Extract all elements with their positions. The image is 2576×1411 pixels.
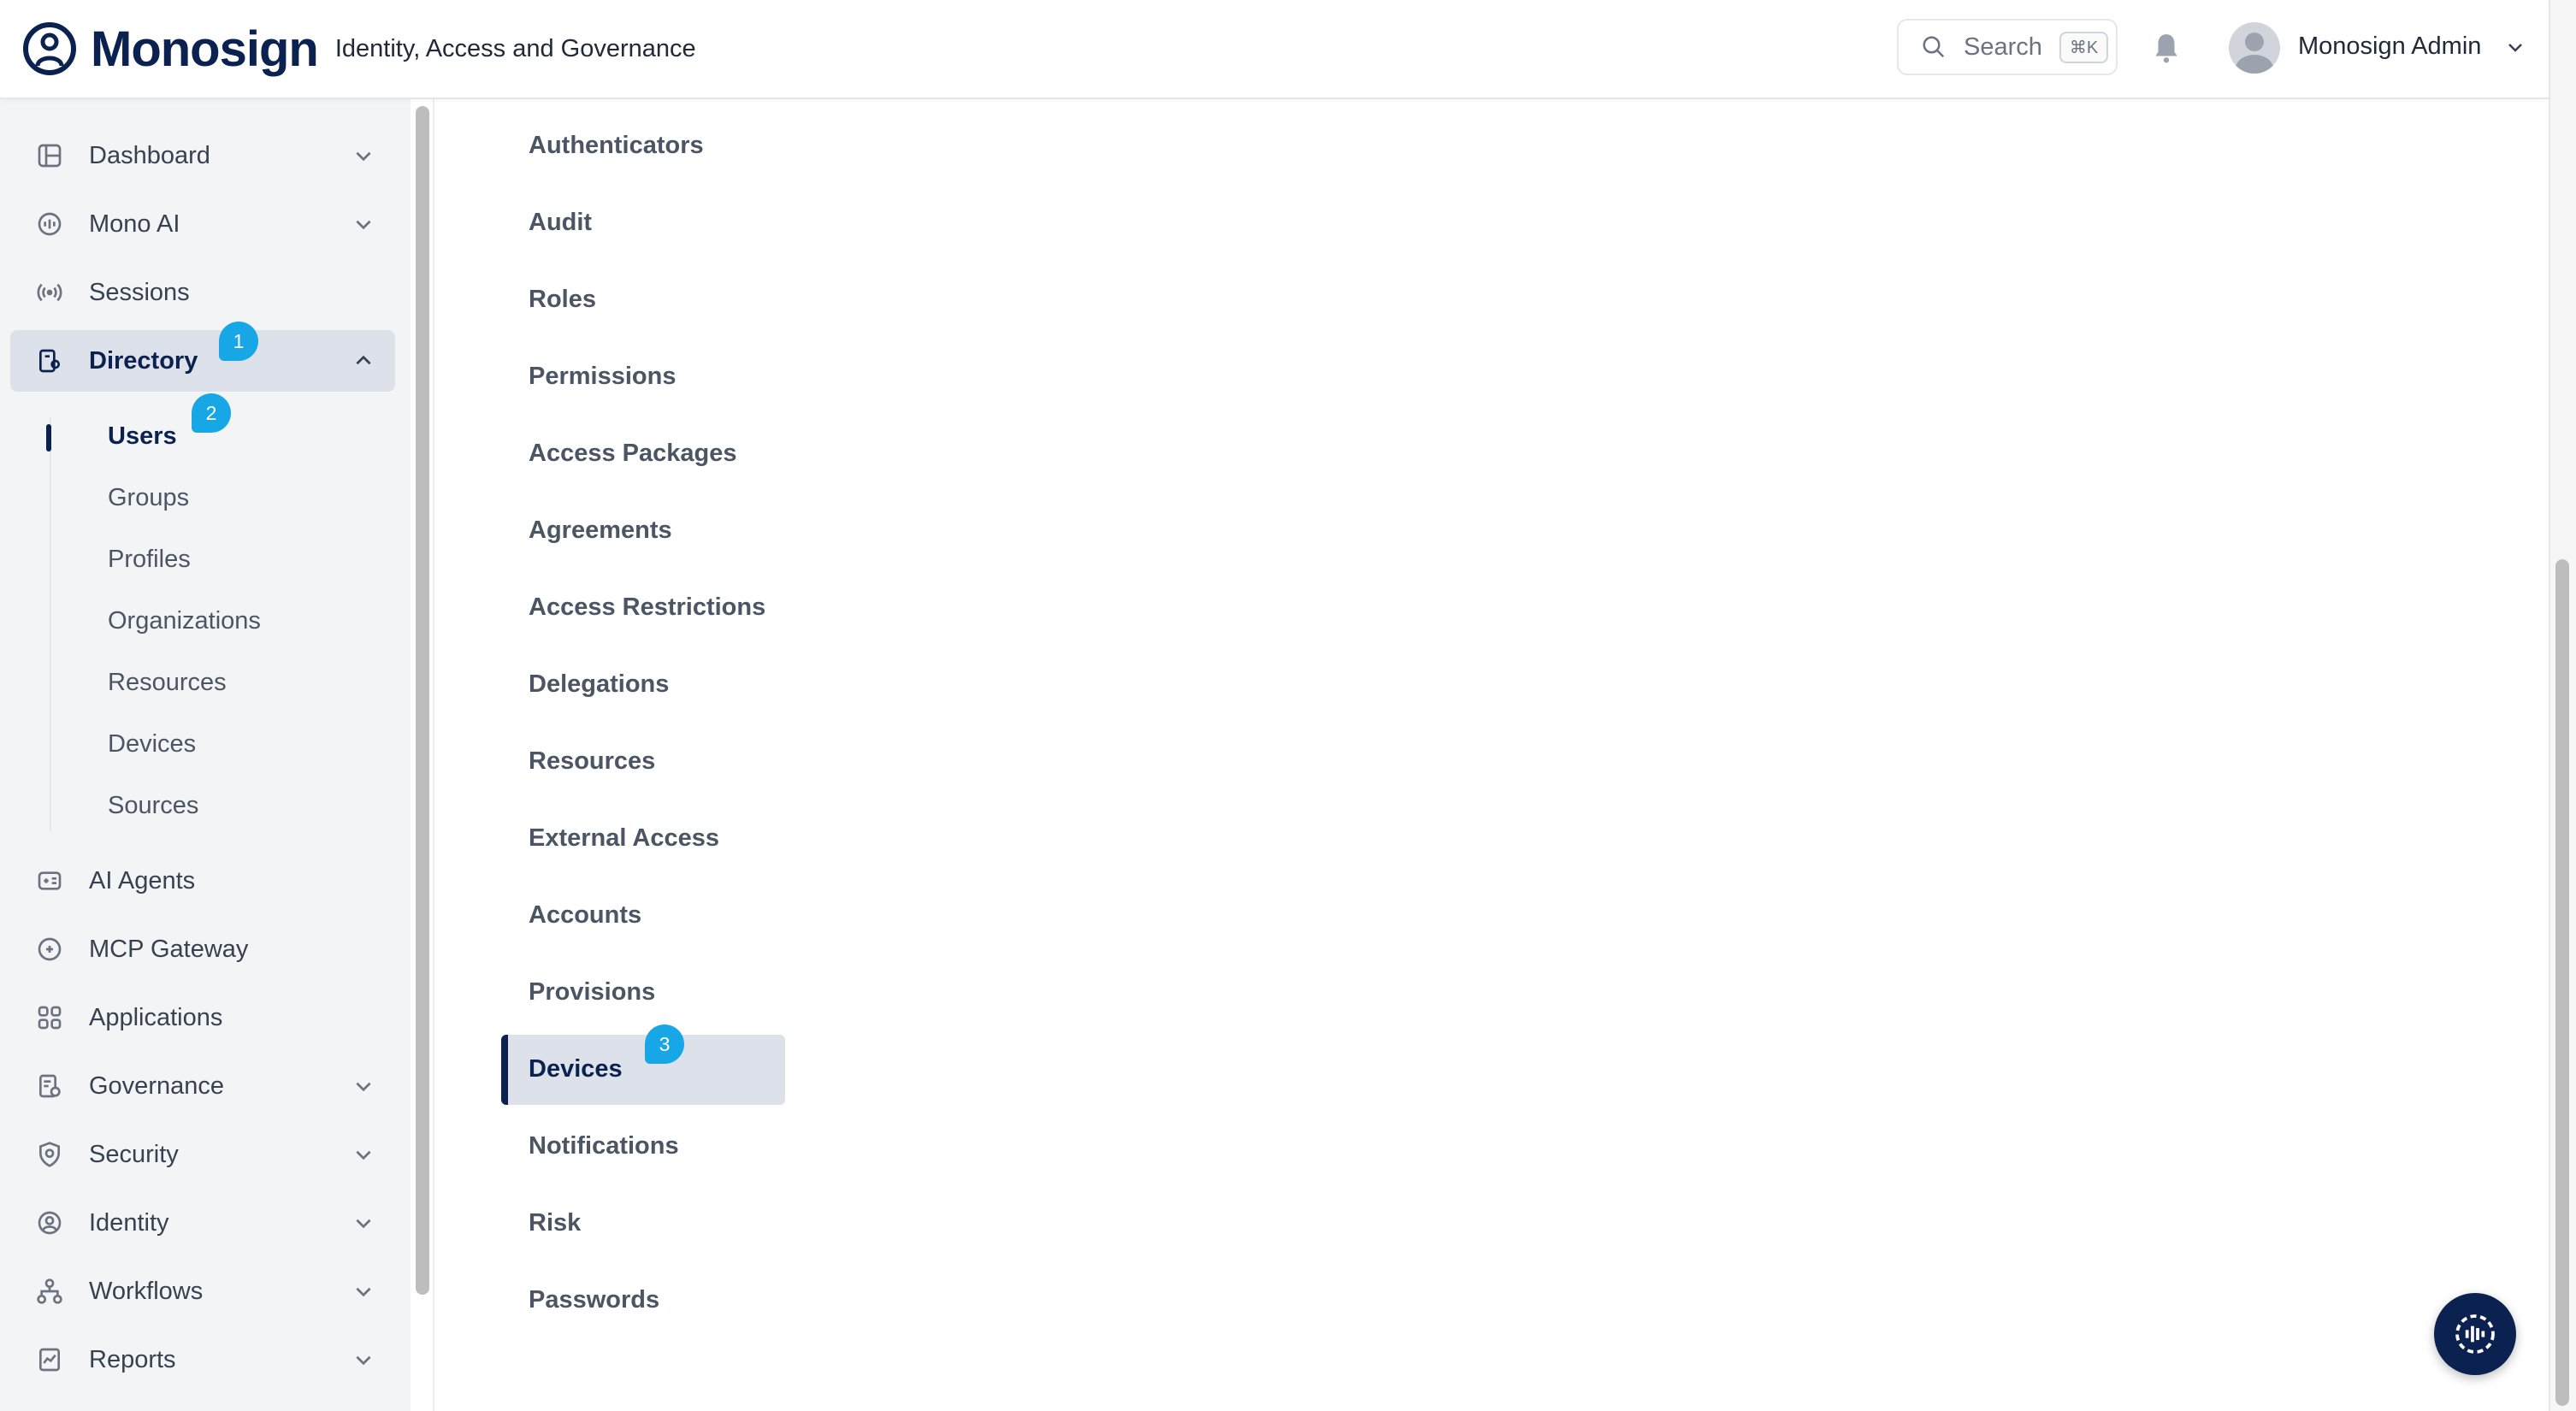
sidebar-item-sessions[interactable]: Sessions bbox=[10, 262, 395, 323]
assistant-button[interactable] bbox=[2434, 1293, 2516, 1375]
broadcast-icon bbox=[37, 283, 62, 302]
reports-icon bbox=[39, 1348, 60, 1372]
sidebar-item-label: Security bbox=[89, 1140, 179, 1168]
sidebar-item-label: Applications bbox=[89, 1003, 223, 1031]
chevron-down-icon bbox=[356, 151, 371, 162]
step-marker: 1 bbox=[219, 322, 258, 361]
sidebar-item-governance[interactable]: Governance bbox=[10, 1055, 395, 1117]
sidebar-item-label: Governance bbox=[89, 1072, 224, 1100]
settings-menu-item[interactable]: Permissions bbox=[529, 363, 676, 391]
settings-menu-item[interactable]: Risk bbox=[529, 1209, 581, 1237]
chevron-down-icon[interactable] bbox=[2504, 38, 2526, 58]
sidebar-item-identity[interactable]: Identity bbox=[10, 1192, 395, 1254]
step-marker: 2 bbox=[192, 393, 231, 433]
governance-icon bbox=[39, 1074, 61, 1098]
settings-menu-item[interactable]: Delegations bbox=[529, 670, 669, 699]
shield-icon bbox=[39, 1142, 60, 1167]
settings-menu-item-devices[interactable]: Devices bbox=[529, 1055, 623, 1083]
sidebar-item-mcp-gateway[interactable]: MCP Gateway bbox=[10, 918, 395, 980]
voice-assistant-icon bbox=[2455, 1314, 2495, 1354]
sidebar-item-label: Reports bbox=[89, 1345, 176, 1373]
sidebar-subitem-organizations[interactable]: Organizations bbox=[108, 607, 261, 635]
brand-name: Monosign bbox=[91, 21, 319, 77]
chevron-up-icon bbox=[356, 355, 371, 365]
search-icon bbox=[1923, 36, 1945, 58]
settings-menu-item[interactable]: Audit bbox=[529, 209, 592, 237]
page-scrollbar-thumb[interactable] bbox=[2555, 559, 2569, 1406]
chevron-down-icon bbox=[356, 1082, 371, 1092]
sidebar-subitem-profiles[interactable]: Profiles bbox=[108, 546, 191, 574]
mono-ai-icon bbox=[38, 212, 62, 236]
sidebar-subitem-resources[interactable]: Resources bbox=[108, 669, 227, 697]
user-name[interactable]: Monosign Admin bbox=[2298, 32, 2481, 61]
sidebar-subitem-users[interactable]: Users bbox=[108, 422, 177, 451]
sidebar-item-mono-ai[interactable]: Mono AI bbox=[10, 193, 395, 255]
settings-menu-active-indicator bbox=[501, 1035, 508, 1105]
content-divider bbox=[433, 99, 434, 1411]
settings-menu-item[interactable]: Authenticators bbox=[529, 132, 704, 160]
chevron-down-icon bbox=[356, 1355, 371, 1366]
settings-menu-item[interactable]: Agreements bbox=[529, 517, 672, 545]
directory-icon bbox=[38, 349, 60, 373]
sidebar-subitem-devices[interactable]: Devices bbox=[108, 730, 196, 759]
sidebar-item-security[interactable]: Security bbox=[10, 1124, 395, 1185]
chevron-down-icon bbox=[356, 1287, 371, 1297]
sidebar-item-ai-agents[interactable]: AI Agents bbox=[10, 850, 395, 912]
settings-menu-item[interactable]: Provisions bbox=[529, 978, 655, 1007]
settings-menu-item[interactable]: Access Restrictions bbox=[529, 593, 765, 622]
sidebar-subitem-groups[interactable]: Groups bbox=[108, 484, 189, 512]
sidebar-item-label: MCP Gateway bbox=[89, 935, 249, 963]
sidebar-item-reports[interactable]: Reports bbox=[10, 1329, 395, 1390]
settings-menu-item[interactable]: Roles bbox=[529, 286, 596, 314]
sidebar-item-label: Directory bbox=[89, 346, 198, 375]
settings-menu-item[interactable]: Resources bbox=[529, 747, 655, 776]
brand-tagline: Identity, Access and Governance bbox=[334, 34, 696, 62]
top-bar: Monosign Identity, Access and Governance… bbox=[0, 0, 2549, 99]
sidebar-item-label: Mono AI bbox=[89, 210, 180, 238]
avatar-person-icon bbox=[2236, 32, 2273, 74]
ai-agents-icon bbox=[38, 871, 62, 890]
step-marker: 3 bbox=[645, 1024, 684, 1064]
sidebar-item-label: AI Agents bbox=[89, 866, 196, 894]
sidebar-item-label: Workflows bbox=[89, 1277, 204, 1305]
sidebar-item-workflows[interactable]: Workflows bbox=[10, 1260, 395, 1322]
submenu-active-indicator bbox=[46, 424, 51, 452]
workflow-icon bbox=[37, 1278, 62, 1304]
settings-menu-item[interactable]: Notifications bbox=[529, 1132, 679, 1160]
avatar[interactable] bbox=[2229, 22, 2280, 74]
sidebar-item-directory[interactable]: Directory bbox=[10, 330, 395, 392]
dashboard-icon bbox=[38, 144, 62, 168]
settings-menu-item[interactable]: Passwords bbox=[529, 1286, 659, 1314]
search-label: Search bbox=[1964, 32, 2042, 61]
brand[interactable]: Monosign Identity, Access and Governance bbox=[22, 21, 696, 78]
settings-menu-item[interactable]: External Access bbox=[529, 824, 719, 853]
chevron-down-icon bbox=[356, 220, 371, 230]
sidebar-scrollbar[interactable] bbox=[416, 106, 429, 1295]
chevron-down-icon bbox=[356, 1150, 371, 1160]
settings-menu-item[interactable]: Access Packages bbox=[529, 440, 736, 468]
sidebar-item-label: Identity bbox=[89, 1208, 169, 1237]
submenu-track bbox=[50, 417, 51, 831]
user-circle-icon bbox=[38, 1211, 62, 1235]
chevron-down-icon bbox=[356, 1219, 371, 1229]
sidebar-item-applications[interactable]: Applications bbox=[10, 987, 395, 1048]
settings-menu-item[interactable]: Accounts bbox=[529, 901, 641, 930]
grid-icon bbox=[38, 1006, 62, 1030]
sidebar-subitem-sources[interactable]: Sources bbox=[108, 792, 198, 820]
bell-icon[interactable] bbox=[2150, 31, 2183, 65]
monosign-logo-icon bbox=[23, 22, 76, 75]
sidebar-item-dashboard[interactable]: Dashboard bbox=[10, 125, 395, 186]
search-shortcut: ⌘K bbox=[2059, 31, 2109, 63]
sidebar-item-label: Sessions bbox=[89, 278, 190, 306]
gateway-icon bbox=[38, 937, 62, 961]
search-button[interactable]: Search ⌘K bbox=[1897, 19, 2118, 75]
sidebar-item-label: Dashboard bbox=[89, 141, 210, 169]
